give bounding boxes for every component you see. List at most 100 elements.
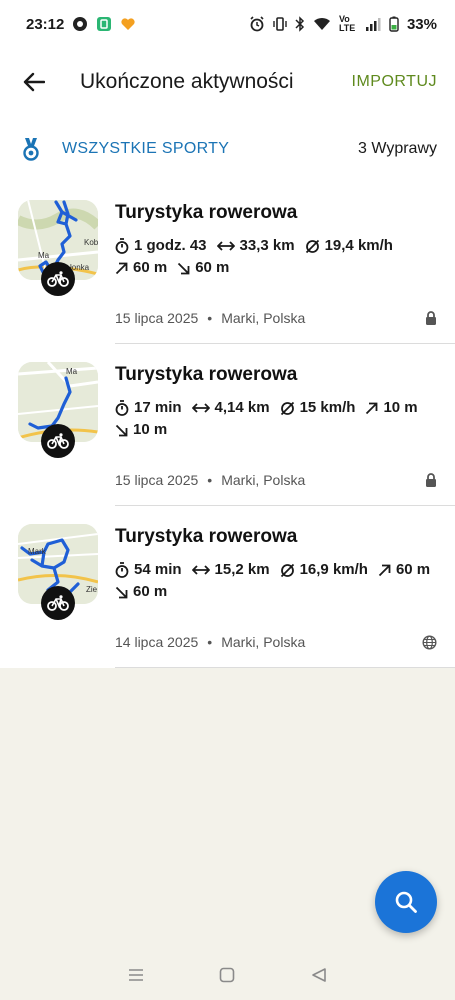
separator-dot: • [207,634,213,650]
map-label: Zie [86,585,98,594]
arrow-left-icon [23,72,45,92]
ascent-value: 60 m [395,561,431,578]
divider [115,667,455,668]
average-icon [280,563,294,577]
activity-date: 15 lipca 2025 [115,472,199,488]
trip-count: 3 Wyprawy [358,140,437,157]
duration-value: 17 min [134,399,182,416]
recent-apps-button[interactable] [121,960,151,990]
duration-value: 54 min [134,561,182,578]
activity-date: 14 lipca 2025 [115,634,199,650]
arrow-down-right-icon [178,262,190,274]
sport-filter-label: WSZYSTKIE SPORTY [62,140,230,157]
activity-card[interactable]: Mark Zie Turystyka rowerowa 54 min 15,2 … [0,506,455,668]
page-title: Ukończone aktywności [80,70,294,93]
stopwatch-icon [115,400,129,416]
status-bar: 23:12 Vo LTE 33% [0,0,455,48]
distance-stat: 15,2 km [191,561,270,578]
square-icon [220,967,235,983]
activity-meta: 15 lipca 2025 • Marki, Polska [115,472,437,488]
speed-stat: 16,9 km/h [280,562,368,578]
home-button[interactable] [212,960,242,990]
activity-card[interactable]: Kob Ma łonka Turystyka rowerowa 1 godz. … [0,182,455,344]
back-button[interactable] [20,68,48,96]
activity-info: Turystyka rowerowa 17 min 4,14 km 15 km/… [115,364,437,438]
import-button[interactable]: IMPORTUJ [352,73,437,91]
duration-stat: 1 godz. 43 [115,238,207,254]
bluetooth-icon [295,16,305,32]
speed-stat: 19,4 km/h [305,238,393,254]
sport-filter-button[interactable]: WSZYSTKIE SPORTY [22,137,358,161]
duration-stat: 54 min [115,562,182,578]
activity-title: Turystyka rowerowa [115,202,298,223]
ascent-value: 10 m [383,399,418,416]
speed-value: 16,9 km/h [299,561,368,578]
status-left: 23:12 [26,16,136,33]
bicycle-badge [41,424,75,458]
average-icon [280,401,294,415]
descent-stat: 10 m [115,422,167,438]
wallet-app-icon [96,16,112,32]
status-right: Vo LTE 33% [249,15,437,33]
notification-app-icon [72,16,88,32]
distance-value: 4,14 km [214,399,270,416]
heart-app-icon [120,16,136,32]
filter-row: WSZYSTKIE SPORTY 3 Wyprawy [0,116,455,182]
battery-icon [389,16,399,32]
menu-lines-icon [128,969,143,981]
arrow-up-right-icon [115,262,128,274]
separator-dot: • [207,472,213,488]
activity-title: Turystyka rowerowa [115,364,298,385]
triangle-back-icon [312,968,326,982]
activity-list: Kob Ma łonka Turystyka rowerowa 1 godz. … [0,182,455,668]
stopwatch-icon [115,238,129,254]
activity-title: Turystyka rowerowa [115,526,298,547]
distance-stat: 33,3 km [216,237,295,254]
distance-icon [191,403,210,413]
app-bar: Ukończone aktywności IMPORTUJ [0,48,455,116]
battery-level: 33% [406,15,437,33]
descent-value: 10 m [133,421,168,438]
activity-card[interactable]: Ma Turystyka rowerowa 17 min 4,14 km 15 … [0,344,455,506]
activity-date: 15 lipca 2025 [115,310,199,326]
activity-location: Marki, Polska [221,634,306,650]
status-time: 23:12 [26,15,65,33]
arrow-down-right-icon [115,586,128,598]
map-label: Ma [38,251,50,260]
duration-stat: 17 min [115,400,182,416]
map-label: Mark [28,547,47,556]
activity-meta: 15 lipca 2025 • Marki, Polska [115,310,437,326]
activity-stats: 54 min 15,2 km 16,9 km/h 60 m 60 m [115,562,437,600]
bicycle-icon [47,433,69,449]
distance-stat: 4,14 km [191,399,270,416]
bicycle-icon [47,595,69,611]
arrow-up-right-icon [366,402,378,414]
speed-stat: 15 km/h [280,399,356,416]
wifi-icon [313,17,331,31]
distance-value: 15,2 km [214,561,270,578]
descent-stat: 60 m [177,260,229,276]
lock-icon [425,473,437,487]
distance-value: 33,3 km [239,237,295,254]
distance-icon [191,565,210,575]
average-icon [305,239,319,253]
bicycle-badge [41,262,75,296]
descent-value: 60 m [195,259,230,276]
activity-location: Marki, Polska [221,310,306,326]
bicycle-icon [47,271,69,287]
medal-icon [23,138,39,161]
system-back-button[interactable] [304,960,334,990]
globe-icon [422,634,437,650]
map-label: Kob [84,238,98,247]
speed-value: 15 km/h [299,399,356,416]
search-button[interactable] [375,871,437,933]
descent-value: 60 m [133,583,168,600]
system-nav-bar [0,950,455,1000]
map-label: Ma [66,367,78,376]
alarm-icon [249,16,265,32]
activity-location: Marki, Polska [221,472,306,488]
activity-meta: 14 lipca 2025 • Marki, Polska [115,634,437,650]
search-icon [395,891,417,913]
vibrate-icon [273,16,287,32]
descent-stat: 60 m [115,584,167,600]
